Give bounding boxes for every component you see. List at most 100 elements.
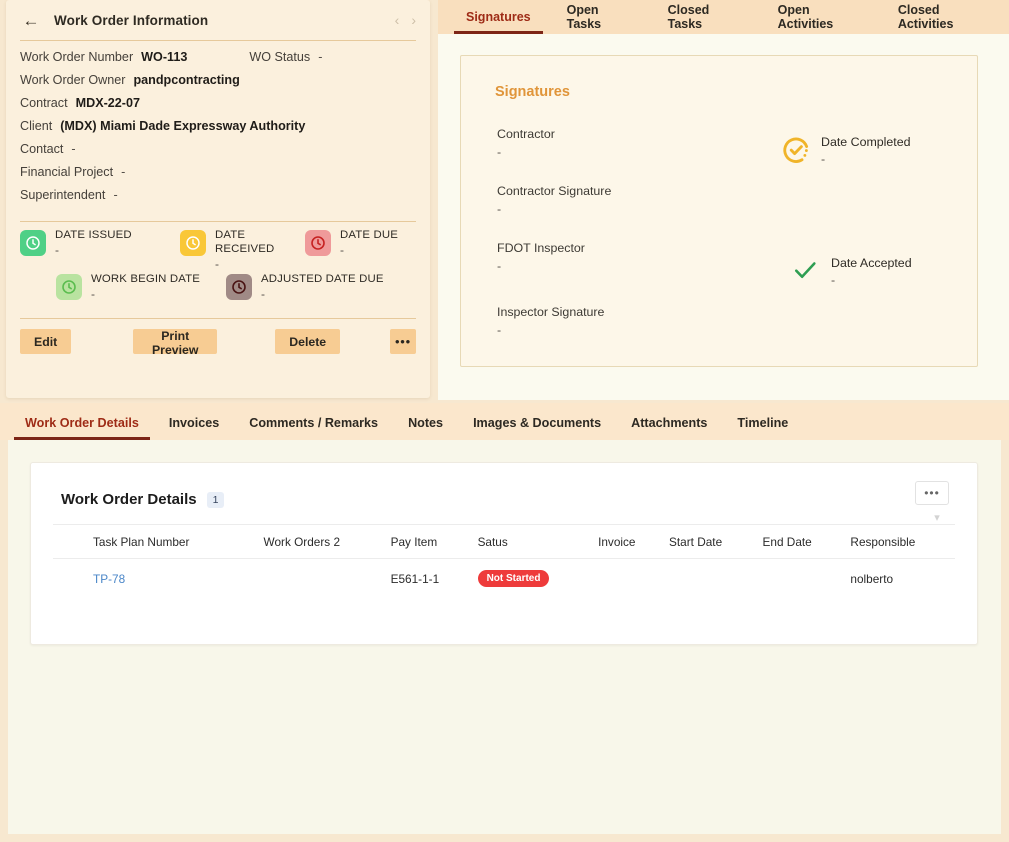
check-circle-dotted-icon: [781, 135, 811, 165]
app-root: ← Work Order Information ‹ › Work Order …: [0, 0, 1009, 842]
tab-comments-remarks[interactable]: Comments / Remarks: [234, 406, 393, 440]
field-row: Contact -: [20, 142, 416, 165]
check-icon: [791, 256, 821, 286]
column-satus: Satus: [471, 524, 593, 559]
field-value: -: [497, 202, 502, 216]
details-more-button[interactable]: •••: [915, 481, 949, 505]
field-row: Financial Project -: [20, 165, 416, 188]
delete-button[interactable]: Delete: [275, 329, 341, 354]
table-row[interactable]: TP-78 E561-1-1 Not Started nolberto: [53, 559, 955, 599]
date-label: DATE DUE: [340, 229, 398, 241]
signature-field-inspector-signature: Inspector Signature -: [497, 305, 604, 337]
cell-pay-item: E561-1-1: [390, 571, 440, 586]
field-label: WO Status: [249, 50, 311, 64]
date-badge-adjusted-date-due: ADJUSTED DATE DUE -: [226, 272, 384, 301]
tab-signatures[interactable]: Signatures: [448, 0, 549, 34]
cell-start-date: [663, 559, 757, 599]
date-value: -: [215, 257, 219, 271]
cell-work-orders-2: [258, 559, 385, 599]
page-title: Work Order Information: [54, 12, 209, 28]
date-badge-date-received: DATE RECEIVED -: [180, 228, 305, 271]
date-row-1: DATE ISSUED - DATE RECEIVED - DATE DUE -: [20, 228, 416, 272]
status-date-completed: Date Completed -: [781, 135, 911, 166]
date-label: WORK BEGIN DATE: [91, 273, 200, 285]
print-preview-button[interactable]: Print Preview: [133, 329, 218, 357]
signature-field-fdot-inspector: FDOT Inspector -: [497, 241, 585, 273]
details-header: Work Order Details 1 ••• ▾: [31, 463, 977, 524]
tab-timeline[interactable]: Timeline: [722, 406, 803, 440]
work-order-header: ← Work Order Information ‹ ›: [6, 0, 430, 40]
clock-icon: [305, 230, 331, 256]
arrow-left-icon[interactable]: ←: [20, 9, 42, 31]
clock-icon: [56, 274, 82, 300]
tab-invoices[interactable]: Invoices: [154, 406, 234, 440]
clock-icon: [226, 274, 252, 300]
signatures-card: Signatures Contractor - Contractor Signa…: [460, 55, 978, 367]
signature-field-contractor-signature: Contractor Signature -: [497, 184, 611, 216]
task-plan-link[interactable]: TP-78: [93, 572, 125, 586]
field-label: Work Order Owner: [20, 73, 126, 87]
chevron-left-icon[interactable]: ‹: [395, 12, 400, 28]
date-label: DATE ISSUED: [55, 229, 132, 241]
field-label: Client: [20, 119, 53, 133]
status-label: Date Accepted: [831, 256, 912, 270]
date-row-2: WORK BEGIN DATE - ADJUSTED DATE DUE -: [20, 272, 416, 316]
field-value: -: [113, 188, 118, 202]
tab-open-activities[interactable]: Open Activities: [760, 0, 880, 34]
column-work-orders-2: Work Orders 2: [257, 524, 385, 559]
cell-responsible: nolberto: [850, 571, 894, 586]
date-value: -: [91, 287, 95, 301]
column-responsible: Responsible: [844, 524, 955, 559]
chevron-down-icon[interactable]: ▾: [929, 509, 945, 525]
status-badge: Not Started: [477, 570, 550, 587]
action-buttons: Edit Print Preview Delete •••: [6, 319, 430, 357]
field-value: pandpcontracting: [133, 73, 240, 87]
field-value: -: [121, 165, 126, 179]
bottom-tab-bar: Work Order Details Invoices Comments / R…: [0, 403, 1009, 440]
chevron-right-icon[interactable]: ›: [411, 12, 416, 28]
date-badges: DATE ISSUED - DATE RECEIVED - DATE DUE -…: [6, 222, 430, 316]
main-content: Work Order Details 1 ••• ▾ Task Plan Num…: [8, 440, 1001, 834]
work-order-fields: Work Order Number WO-113 WO Status - Wor…: [6, 41, 430, 215]
date-badge-date-due: DATE DUE -: [305, 228, 398, 257]
field-label: FDOT Inspector: [497, 241, 585, 255]
field-value: -: [318, 50, 323, 64]
field-row: Client (MDX) Miami Dade Expressway Autho…: [20, 119, 416, 142]
tab-closed-tasks[interactable]: Closed Tasks: [650, 0, 760, 34]
field-label: Contractor Signature: [497, 184, 612, 198]
field-value: -: [497, 323, 502, 337]
clock-icon: [180, 230, 206, 256]
field-value: WO-113: [141, 50, 188, 64]
field-label: Contractor: [497, 127, 555, 141]
tab-open-tasks[interactable]: Open Tasks: [549, 0, 650, 34]
section-title: Work Order Details: [61, 491, 197, 508]
tab-attachments[interactable]: Attachments: [616, 406, 722, 440]
date-value: -: [55, 243, 59, 257]
status-label: Date Completed: [821, 135, 911, 149]
date-label: DATE RECEIVED: [215, 229, 275, 255]
column-start-date: Start Date: [663, 524, 757, 559]
date-label: ADJUSTED DATE DUE: [261, 273, 384, 285]
work-order-information-card: ← Work Order Information ‹ › Work Order …: [6, 0, 430, 398]
column-task-plan-number: Task Plan Number: [53, 524, 258, 559]
record-nav: ‹ ›: [395, 12, 416, 28]
tab-work-order-details[interactable]: Work Order Details: [10, 406, 154, 440]
signature-field-contractor: Contractor -: [497, 127, 555, 159]
field-row: Work Order Number WO-113 WO Status -: [20, 50, 416, 73]
edit-button[interactable]: Edit: [20, 329, 72, 354]
column-pay-item: Pay Item: [384, 524, 472, 559]
date-value: -: [340, 243, 344, 257]
field-value: -: [71, 142, 76, 156]
more-options-button[interactable]: •••: [390, 329, 416, 354]
field-label: Superintendent: [20, 188, 106, 202]
column-end-date: End Date: [756, 524, 845, 559]
tab-notes[interactable]: Notes: [393, 406, 458, 440]
cell-end-date: [757, 559, 845, 599]
status-value: -: [831, 273, 836, 287]
signatures-title: Signatures: [495, 84, 570, 100]
field-row: Superintendent -: [20, 188, 416, 211]
tab-images-documents[interactable]: Images & Documents: [458, 406, 616, 440]
work-order-details-table: Task Plan Number Work Orders 2 Pay Item …: [53, 524, 955, 598]
top-tab-bar: Signatures Open Tasks Closed Tasks Open …: [438, 0, 1009, 34]
tab-closed-activities[interactable]: Closed Activities: [880, 0, 1009, 34]
